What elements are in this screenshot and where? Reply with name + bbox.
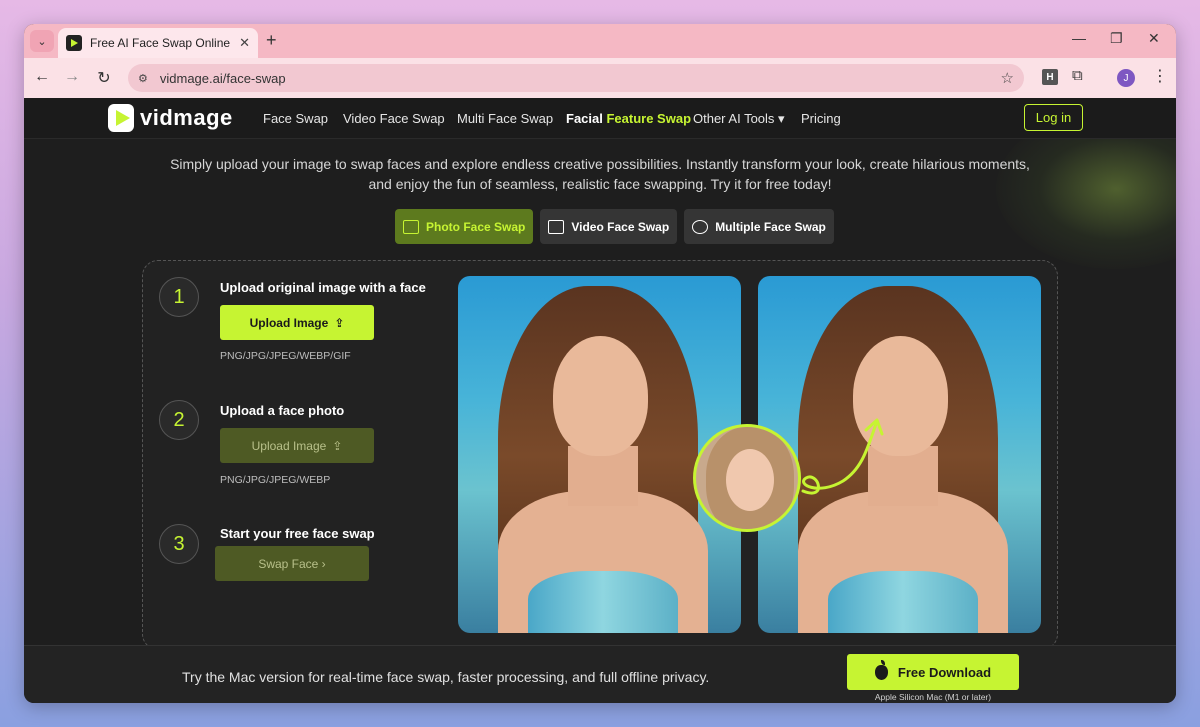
upload-icon: ⇪ [334, 315, 345, 330]
intro-text: Simply upload your image to swap faces a… [124, 154, 1076, 194]
intro-line-2: and enjoy the fun of seamless, realistic… [368, 176, 832, 192]
minimize-icon[interactable]: — [1072, 30, 1086, 46]
browser-tab[interactable]: Free AI Face Swap Online for Ph ✕ [58, 28, 258, 58]
upload-icon: ⇪ [332, 438, 343, 453]
tab-video-face-swap[interactable]: Video Face Swap [540, 209, 678, 244]
button-label: Swap Face › [258, 556, 326, 571]
avatar[interactable]: J [1117, 69, 1135, 87]
forward-arrow-icon[interactable]: → [62, 68, 82, 86]
tab-title: Free AI Face Swap Online for Ph [90, 36, 233, 50]
step-title: Upload original image with a face [220, 280, 426, 295]
address-bar[interactable]: ⚙ vidmage.ai/face-swap ☆ [128, 64, 1024, 92]
mac-download-banner: Try the Mac version for real-time face s… [24, 645, 1176, 703]
swap-arrow-icon [801, 418, 884, 495]
back-arrow-icon[interactable]: ← [32, 68, 52, 86]
nav-facial-feature-swap[interactable]: Facial Feature Swap [566, 111, 691, 126]
puzzle-icon[interactable]: ⧉ [1072, 67, 1083, 84]
nav-video-face-swap[interactable]: Video Face Swap [343, 111, 445, 126]
more-menu-icon[interactable]: ⋮ [1152, 66, 1168, 86]
window-close-icon[interactable]: ✕ [1148, 30, 1160, 47]
login-button[interactable]: Log in [1024, 104, 1083, 131]
button-label: Free Download [897, 664, 992, 680]
nav-pricing[interactable]: Pricing [801, 111, 841, 126]
step-number: 1 [159, 277, 199, 317]
download-note: Apple Silicon Mac (M1 or later) [874, 692, 992, 702]
mode-tabs: Photo Face Swap Video Face Swap Multiple… [395, 209, 834, 244]
tab-label: Video Face Swap [571, 219, 670, 234]
browser-toolbar: ← → ↻ ⚙ vidmage.ai/face-swap ☆ H ⧉ J ⋮ [24, 58, 1176, 98]
upload-original-button[interactable]: Upload Image ⇪ [220, 305, 374, 340]
apple-icon [874, 659, 888, 680]
maximize-icon[interactable]: ❐ [1110, 30, 1123, 47]
nav-other-ai-tools[interactable]: Other AI Tools ▾ [693, 111, 785, 127]
tab-search-icon[interactable]: ⌄ [30, 30, 54, 52]
favicon-icon [66, 35, 82, 51]
tab-photo-face-swap[interactable]: Photo Face Swap [395, 209, 534, 244]
face-swap-panel: 1 Upload original image with a face Uplo… [142, 260, 1058, 645]
tab-strip: ⌄ Free AI Face Swap Online for Ph ✕ + — … [24, 24, 1176, 58]
step-number: 3 [159, 524, 199, 564]
vidmage-logo[interactable]: vidmage [108, 104, 233, 132]
source-face-thumbnail [693, 424, 801, 532]
nav-multi-face-swap[interactable]: Multi Face Swap [457, 111, 553, 126]
nav-face-swap[interactable]: Face Swap [263, 111, 328, 126]
logo-icon [108, 104, 134, 132]
tab-label: Multiple Face Swap [715, 219, 826, 234]
extension-icon[interactable]: H [1042, 69, 1058, 85]
new-tab-button[interactable]: + [266, 30, 277, 51]
swap-face-button[interactable]: Swap Face › [215, 546, 369, 581]
image-icon [403, 219, 419, 234]
format-hint: PNG/JPG/JPEG/WEBP [220, 474, 331, 486]
site-navigation: vidmage Face Swap Video Face Swap Multi … [24, 98, 1176, 139]
free-download-button[interactable]: Free Download [847, 654, 1019, 690]
step-title: Start your free face swap [220, 526, 375, 541]
tab-label: Photo Face Swap [426, 219, 526, 234]
play-icon [548, 219, 565, 234]
reload-icon[interactable]: ↻ [94, 68, 114, 88]
close-icon[interactable]: ✕ [239, 35, 250, 51]
intro-line-1: Simply upload your image to swap faces a… [170, 156, 1030, 172]
logo-text: vidmage [140, 105, 233, 130]
step-title: Upload a face photo [220, 403, 345, 418]
tab-multiple-face-swap[interactable]: Multiple Face Swap [684, 209, 834, 244]
nav-feature-part2: Feature Swap [606, 111, 692, 126]
format-hint: PNG/JPG/JPEG/WEBP/GIF [220, 350, 351, 362]
step-number: 2 [159, 400, 199, 440]
button-label: Upload Image [251, 438, 327, 453]
site-info-icon[interactable]: ⚙ [138, 72, 148, 85]
users-icon [692, 219, 709, 234]
browser-window: ⌄ Free AI Face Swap Online for Ph ✕ + — … [24, 24, 1176, 703]
main-content: Simply upload your image to swap faces a… [24, 139, 1176, 645]
upload-face-button[interactable]: Upload Image ⇪ [220, 428, 374, 463]
star-icon[interactable]: ☆ [1001, 69, 1014, 87]
url-text: vidmage.ai/face-swap [159, 70, 286, 86]
banner-text: Try the Mac version for real-time face s… [182, 669, 710, 685]
nav-feature-part1: Facial [566, 111, 603, 126]
button-label: Upload Image [249, 315, 329, 330]
